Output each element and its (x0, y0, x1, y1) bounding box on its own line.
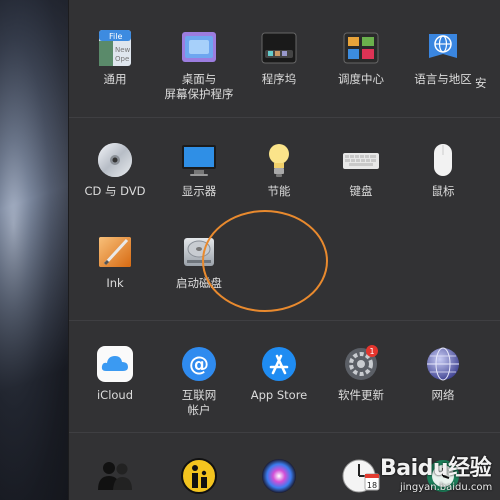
section-divider-2 (69, 320, 500, 321)
system-preferences-window: File New Ope 通用 桌面与 屏幕保护程序 程序坞 调度中心 语言与地… (68, 0, 500, 500)
icloud-icon (95, 344, 135, 384)
siri-icon (259, 456, 299, 496)
pane-mouse[interactable]: 鼠标 (401, 140, 485, 199)
pane-security-partial[interactable]: 安 (475, 28, 500, 91)
pane-cd-dvd[interactable]: CD 与 DVD (73, 140, 157, 199)
software-update-badge: 1 (369, 347, 374, 356)
keyboard-icon (341, 140, 381, 180)
energy-saver-icon (259, 140, 299, 180)
pane-displays-label: 显示器 (181, 184, 217, 198)
software-update-icon: 1 (341, 344, 381, 384)
pane-dock[interactable]: 程序坞 (237, 28, 321, 87)
pane-general[interactable]: File New Ope 通用 (73, 28, 157, 87)
desktop-wallpaper (0, 0, 68, 500)
general-icon-open-text: Ope (115, 55, 129, 63)
svg-text:@: @ (189, 352, 209, 376)
watermark-url: jingyan.baidu.com (400, 482, 493, 493)
general-icon-new-text: New (115, 46, 131, 54)
pane-internet-accounts-label: 互联网 帐户 (181, 388, 217, 417)
pane-mission-control[interactable]: 调度中心 (319, 28, 403, 87)
pane-language-region-label: 语言与地区 (414, 72, 472, 86)
desktop-screensaver-icon (179, 28, 219, 68)
cd-dvd-icon (95, 140, 135, 180)
network-icon (423, 344, 463, 384)
pane-desktop-screensaver-label: 桌面与 屏幕保护程序 (164, 72, 234, 101)
displays-icon (179, 140, 219, 180)
pane-app-store-label: App Store (250, 388, 308, 402)
pane-icloud-label: iCloud (96, 388, 134, 402)
internet-accounts-icon: @ (179, 344, 219, 384)
pane-keyboard-label: 键盘 (349, 184, 373, 198)
pane-ink[interactable]: Ink (73, 232, 157, 291)
pane-internet-accounts[interactable]: @ 互联网 帐户 (157, 344, 241, 418)
pane-ink-label: Ink (106, 276, 124, 290)
pane-parental-controls[interactable] (157, 456, 241, 496)
pane-general-label: 通用 (103, 72, 127, 86)
users-groups-icon (95, 456, 135, 496)
section-divider (69, 117, 500, 118)
pane-cd-dvd-label: CD 与 DVD (84, 184, 146, 198)
parental-controls-icon (179, 456, 219, 496)
pane-energy-saver[interactable]: 节能 (237, 140, 321, 199)
pane-mouse-label: 鼠标 (431, 184, 455, 198)
pane-dock-label: 程序坞 (261, 72, 297, 86)
dock-icon (259, 28, 299, 68)
pane-users-groups[interactable] (73, 456, 157, 496)
pane-displays[interactable]: 显示器 (157, 140, 241, 199)
pane-desktop-screensaver[interactable]: 桌面与 屏幕保护程序 (157, 28, 241, 102)
watermark-text: Baidu经验 (380, 456, 492, 481)
pane-network[interactable]: 网络 (401, 344, 485, 403)
pane-network-label: 网络 (431, 388, 455, 402)
pane-energy-saver-label: 节能 (267, 184, 291, 198)
pane-keyboard[interactable]: 键盘 (319, 140, 403, 199)
pane-icloud[interactable]: iCloud (73, 344, 157, 403)
mission-control-icon (341, 28, 381, 68)
pane-software-update[interactable]: 1 软件更新 (319, 344, 403, 403)
ink-icon (95, 232, 135, 272)
baidu-watermark: Baidu经验 jingyan.baidu.com (376, 448, 500, 500)
app-store-icon (259, 344, 299, 384)
pane-mission-control-label: 调度中心 (338, 72, 384, 86)
pane-security-label: 安 (475, 76, 487, 90)
pane-siri[interactable] (237, 456, 321, 496)
highlight-circle (202, 210, 328, 312)
mouse-icon (423, 140, 463, 180)
date-time-icon: 18 (341, 456, 381, 496)
pane-software-update-label: 软件更新 (338, 388, 384, 402)
pane-app-store[interactable]: App Store (237, 344, 321, 403)
general-icon-file-text: File (109, 32, 122, 41)
general-icon: File New Ope (95, 28, 135, 68)
section-divider-3 (69, 432, 500, 433)
pane-language-region[interactable]: 语言与地区 (401, 28, 485, 87)
language-region-icon (423, 28, 463, 68)
